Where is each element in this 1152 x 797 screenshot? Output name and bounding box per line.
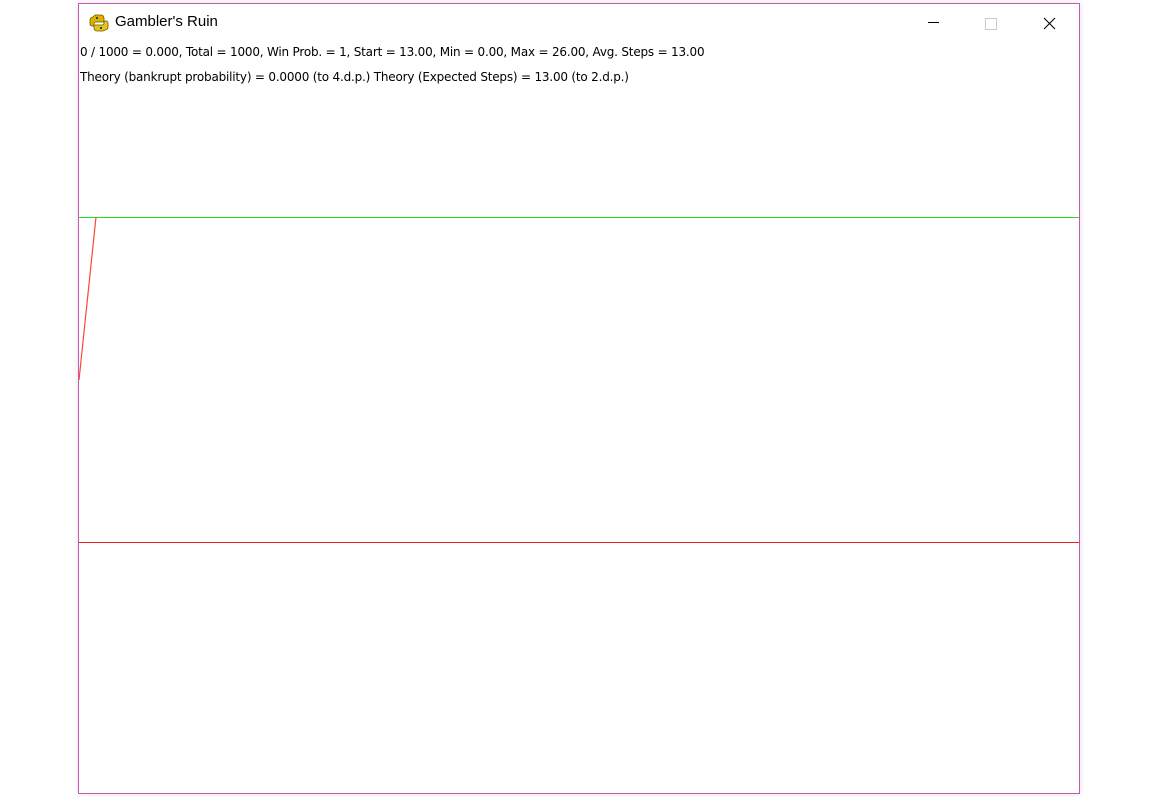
simulation-plot <box>79 216 1079 543</box>
random-walk-path <box>79 216 97 381</box>
app-window: Gambler's Ruin 0 / 1000 = 0.000, Total =… <box>78 3 1080 794</box>
